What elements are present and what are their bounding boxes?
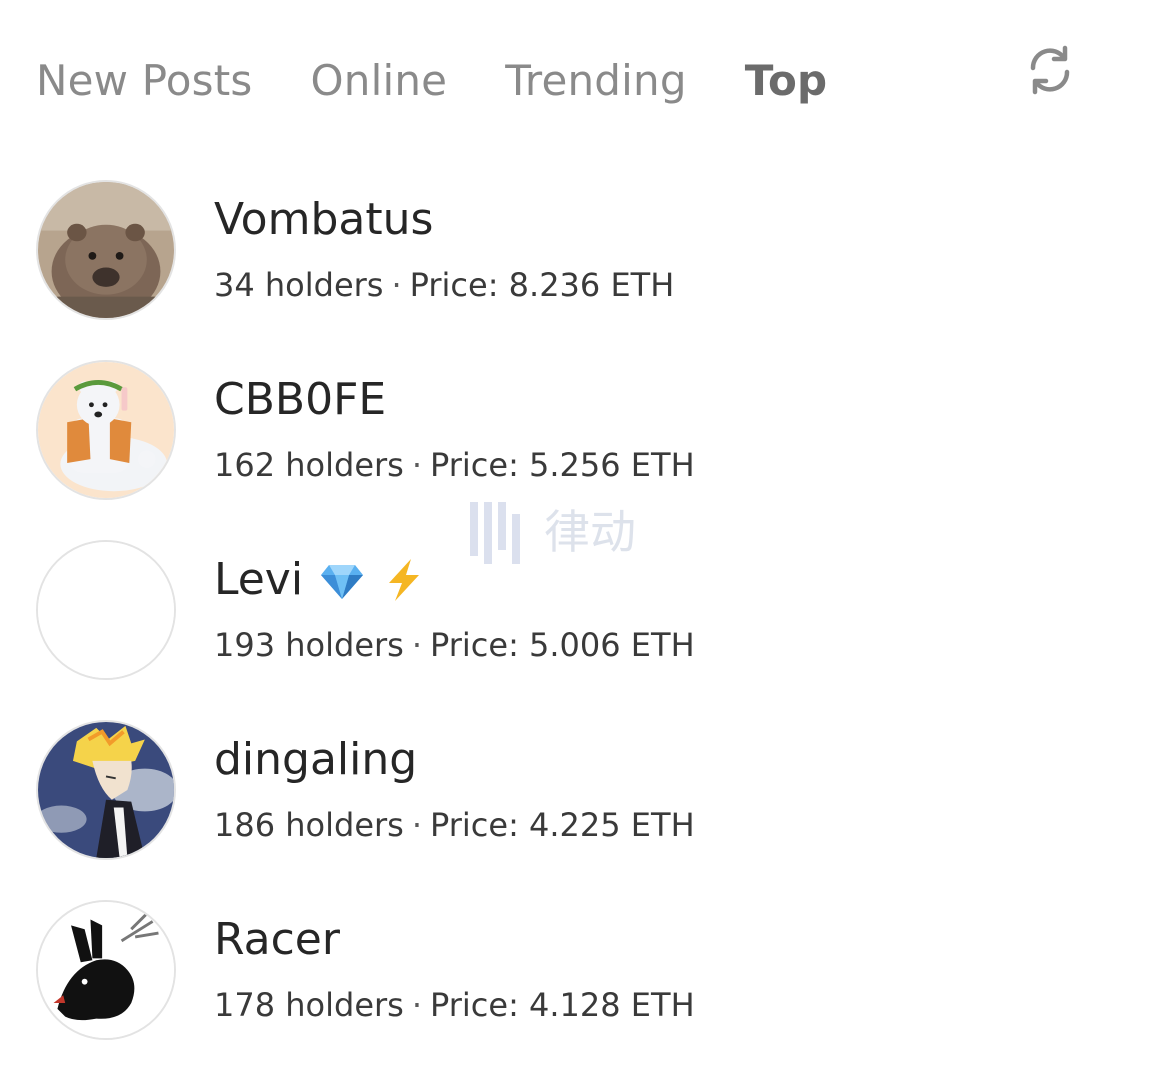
user-name[interactable]: CBB0FE (214, 374, 386, 425)
tab-trending[interactable]: Trending (505, 56, 687, 105)
separator: · (411, 806, 422, 844)
holders-count: 162 holders (214, 446, 404, 484)
holders-count: 186 holders (214, 806, 404, 844)
separator: · (411, 446, 422, 484)
user-stats: 34 holders · Price: 8.236 ETH (214, 266, 674, 304)
tab-top[interactable]: Top (745, 56, 828, 105)
list-item[interactable]: CBB0FE 162 holders · Price: 5.256 ETH (36, 360, 1136, 540)
user-stats: 193 holders · Price: 5.006 ETH (214, 626, 695, 664)
blank-avatar[interactable] (36, 540, 176, 680)
wombat-avatar[interactable] (36, 180, 176, 320)
user-stats: 186 holders · Price: 4.225 ETH (214, 806, 695, 844)
separator: · (391, 266, 402, 304)
feed-tabs: New Posts Online Trending Top (36, 52, 885, 108)
key-price: Price: 5.006 ETH (430, 626, 695, 664)
diamond-icon (319, 557, 365, 603)
separator: · (411, 626, 422, 664)
anime-character-avatar[interactable] (36, 720, 176, 860)
key-price: Price: 5.256 ETH (430, 446, 695, 484)
user-name[interactable]: Vombatus (214, 194, 433, 245)
key-price: Price: 4.225 ETH (430, 806, 695, 844)
list-item[interactable]: Vombatus 34 holders · Price: 8.236 ETH (36, 180, 1136, 360)
separator: · (411, 986, 422, 1024)
tab-online[interactable]: Online (311, 56, 448, 105)
polar-bear-avatar[interactable] (36, 360, 176, 500)
holders-count: 178 holders (214, 986, 404, 1024)
user-stats: 162 holders · Price: 5.256 ETH (214, 446, 695, 484)
refresh-icon (1030, 45, 1070, 95)
user-name[interactable]: Racer (214, 914, 340, 965)
list-item[interactable]: Racer 178 holders · Price: 4.128 ETH (36, 900, 1136, 1080)
list-item[interactable]: Levi 193 holders · Price: 5.006 ETH (36, 540, 1136, 720)
lightning-icon (381, 557, 427, 603)
user-name[interactable]: Levi (214, 554, 427, 605)
holders-count: 34 holders (214, 266, 384, 304)
key-price: Price: 8.236 ETH (409, 266, 675, 304)
refresh-button[interactable] (1024, 44, 1076, 96)
user-stats: 178 holders · Price: 4.128 ETH (214, 986, 695, 1024)
tab-new-posts[interactable]: New Posts (36, 56, 253, 105)
key-price: Price: 4.128 ETH (430, 986, 695, 1024)
top-users-list: Vombatus 34 holders · Price: 8.236 ETH C… (36, 180, 1136, 1080)
holders-count: 193 holders (214, 626, 404, 664)
black-rabbit-avatar[interactable] (36, 900, 176, 1040)
user-name[interactable]: dingaling (214, 734, 417, 785)
list-item[interactable]: dingaling 186 holders · Price: 4.225 ETH (36, 720, 1136, 900)
